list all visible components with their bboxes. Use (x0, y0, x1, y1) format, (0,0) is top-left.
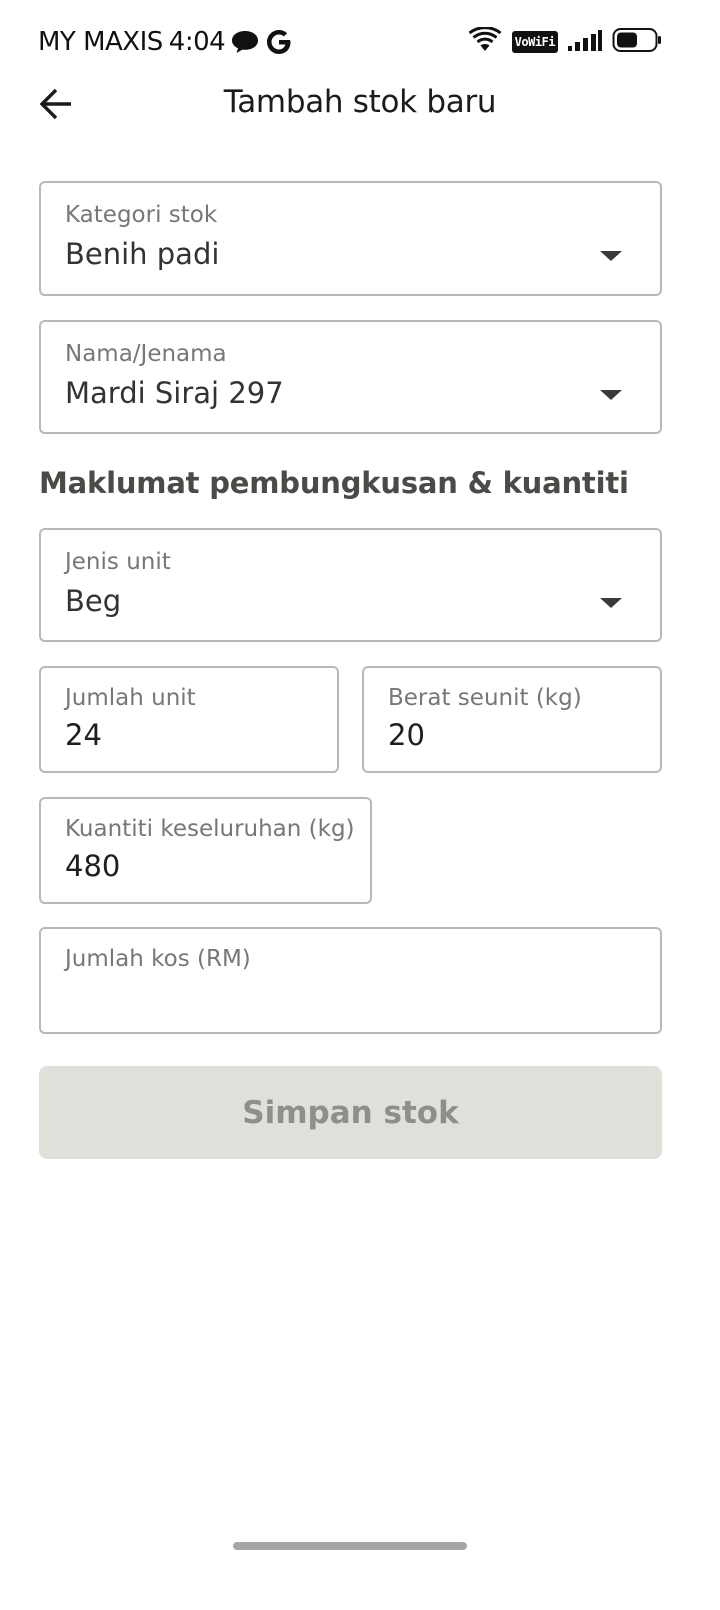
google-icon (265, 28, 293, 56)
unit-count-label: Jumlah unit (65, 685, 196, 711)
home-indicator[interactable] (233, 1542, 467, 1550)
total-quantity-value: 480 (65, 849, 121, 883)
signal-icon (568, 29, 602, 55)
clock: 4:04 (168, 27, 226, 57)
unit-weight-field[interactable]: Berat seunit (kg) 20 (362, 666, 662, 773)
section-heading: Maklumat pembungkusan & kuantiti (39, 466, 629, 500)
page-title: Tambah stok baru (223, 84, 497, 120)
vowifi-badge: VoWiFi (511, 31, 558, 53)
unit-count-field[interactable]: Jumlah unit 24 (39, 666, 339, 773)
message-icon (231, 29, 259, 55)
total-quantity-field[interactable]: Kuantiti keseluruhan (kg) 480 (39, 797, 372, 904)
unit-weight-value: 20 (388, 718, 425, 752)
app-header: Tambah stok baru (0, 78, 720, 130)
unit-count-value: 24 (65, 718, 102, 752)
brand-value: Mardi Siraj 297 (65, 376, 284, 410)
total-cost-field[interactable]: Jumlah kos (RM) (39, 927, 662, 1034)
status-bar: MY MAXIS 4:04 VoWiFi (0, 0, 720, 84)
brand-label: Nama/Jenama (65, 341, 227, 367)
carrier-name: MY MAXIS (38, 27, 163, 57)
total-quantity-label: Kuantiti keseluruhan (kg) (65, 816, 355, 842)
status-right: VoWiFi (468, 24, 662, 60)
unit-type-label: Jenis unit (65, 549, 171, 575)
status-left: MY MAXIS 4:04 (38, 22, 293, 62)
unit-type-dropdown[interactable]: Jenis unit Beg (39, 528, 662, 642)
category-value: Benih padi (65, 237, 220, 271)
unit-weight-label: Berat seunit (kg) (388, 685, 582, 711)
chevron-down-icon (600, 251, 622, 261)
category-dropdown[interactable]: Kategori stok Benih padi (39, 181, 662, 296)
save-stock-button[interactable]: Simpan stok (39, 1066, 662, 1159)
unit-type-value: Beg (65, 584, 122, 618)
total-cost-label: Jumlah kos (RM) (65, 946, 251, 972)
chevron-down-icon (600, 390, 622, 400)
brand-dropdown[interactable]: Nama/Jenama Mardi Siraj 297 (39, 320, 662, 434)
chevron-down-icon (600, 598, 622, 608)
battery-icon (612, 27, 662, 57)
wifi-icon (468, 26, 502, 57)
category-label: Kategori stok (65, 202, 218, 228)
